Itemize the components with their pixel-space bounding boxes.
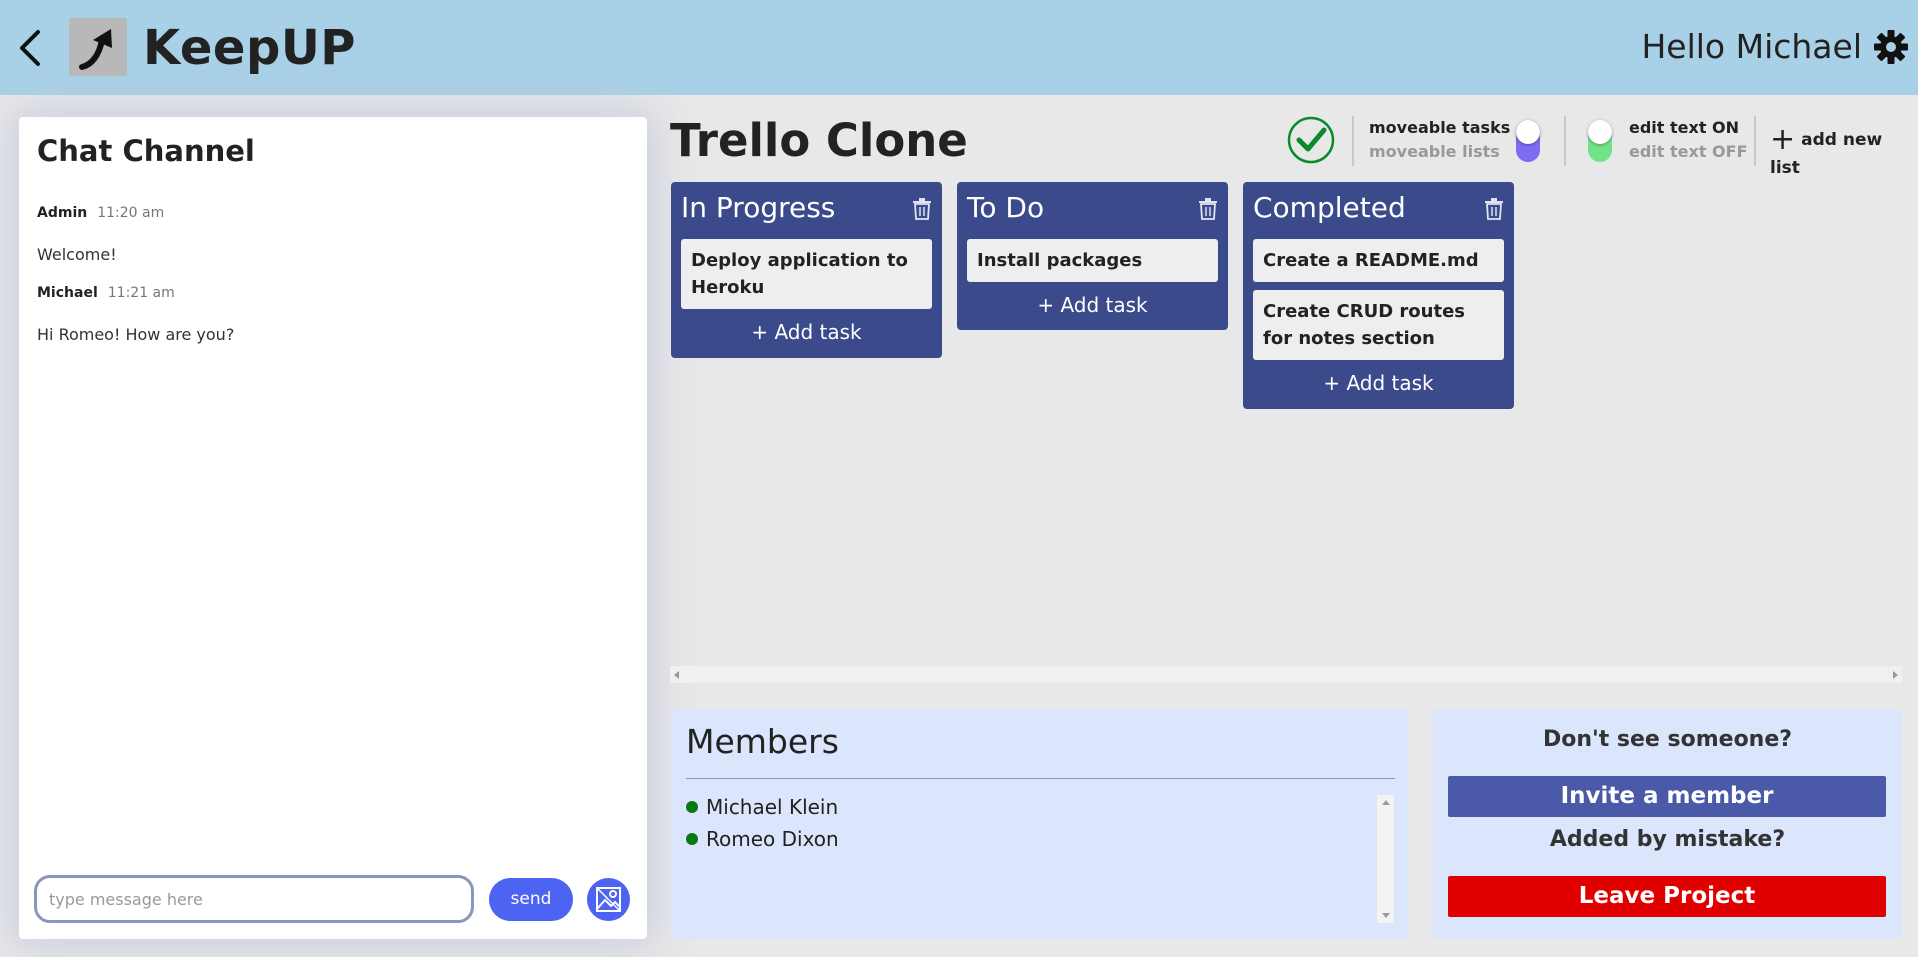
trash-icon[interactable] xyxy=(912,198,932,220)
invite-question: Don't see someone? xyxy=(1542,727,1793,752)
list-title: In Progress xyxy=(681,191,836,224)
online-status-dot xyxy=(686,832,698,845)
toggle-off-label: edit text OFF xyxy=(1629,142,1748,161)
app-header: KeepUP Hello Michael xyxy=(0,0,1918,95)
trash-icon[interactable] xyxy=(1198,198,1218,220)
invite-panel: Don't see someone? Invite a member Added… xyxy=(1433,710,1902,938)
task-card[interactable]: Create CRUD routes for notes section xyxy=(1253,290,1504,360)
leave-project-button[interactable]: Leave Project xyxy=(1448,876,1886,917)
message-author: Michael xyxy=(37,285,98,301)
move-mode-toggle[interactable] xyxy=(1516,120,1540,162)
logo[interactable] xyxy=(69,18,127,76)
member-name: Michael Klein xyxy=(706,795,839,819)
board-title: Trello Clone xyxy=(670,114,968,167)
chat-panel: Chat Channel Admin 11:20 am Welcome! Mich… xyxy=(19,117,647,939)
scroll-down-icon[interactable] xyxy=(1382,913,1390,918)
message-time: 11:20 am xyxy=(97,205,165,221)
divider xyxy=(686,778,1395,779)
chat-title: Chat Channel xyxy=(37,134,255,168)
plus-icon: + xyxy=(1770,122,1796,157)
invite-member-button[interactable]: Invite a member xyxy=(1448,776,1886,817)
user-greeting: Hello Michael xyxy=(1641,27,1862,66)
add-task-button[interactable]: + Add task xyxy=(1243,369,1514,397)
toggle-off-label: moveable lists xyxy=(1369,142,1500,161)
list-title: To Do xyxy=(967,191,1045,224)
back-chevron-icon[interactable] xyxy=(14,26,50,70)
add-new-list-button[interactable]: + add new list xyxy=(1770,125,1918,182)
task-card[interactable]: Deploy application to Heroku xyxy=(681,239,932,309)
task-card[interactable]: Install packages xyxy=(967,239,1218,282)
toggle-knob xyxy=(1588,120,1612,144)
scroll-right-icon[interactable] xyxy=(1893,671,1898,679)
image-map-icon xyxy=(596,887,621,912)
list-to-do[interactable]: To Do Install packages + Add task xyxy=(957,182,1228,330)
toggle-knob xyxy=(1516,120,1540,144)
toggle-on-label: moveable tasks xyxy=(1369,118,1511,137)
divider xyxy=(1564,116,1566,166)
trash-icon[interactable] xyxy=(1484,198,1504,220)
online-status-dot xyxy=(686,800,698,813)
message-meta: Michael 11:21 am xyxy=(37,285,175,301)
divider xyxy=(1352,116,1354,166)
member-item: Romeo Dixon xyxy=(686,826,839,852)
edit-text-toggle[interactable] xyxy=(1588,120,1612,162)
scroll-left-icon[interactable] xyxy=(674,671,679,679)
toggle-label-move: moveable tasks moveable lists xyxy=(1369,116,1510,164)
leave-question: Added by mistake? xyxy=(1549,827,1786,852)
members-panel: Members Michael Klein Romeo Dixon xyxy=(671,710,1409,938)
add-task-button[interactable]: + Add task xyxy=(671,318,942,346)
member-name: Romeo Dixon xyxy=(706,827,839,851)
message-author: Admin xyxy=(37,205,88,221)
send-button[interactable]: send xyxy=(489,878,573,921)
message-text: Hi Romeo! How are you? xyxy=(37,325,235,344)
toggle-on-label: edit text ON xyxy=(1629,118,1740,137)
scroll-up-icon[interactable] xyxy=(1382,800,1390,805)
image-upload-button[interactable] xyxy=(587,878,630,921)
arrow-up-logo-icon xyxy=(79,29,112,70)
divider xyxy=(1754,116,1756,166)
list-completed[interactable]: Completed Create a README.md Create CRUD… xyxy=(1243,182,1514,409)
message-input[interactable] xyxy=(34,875,474,923)
task-card[interactable]: Create a README.md xyxy=(1253,239,1504,282)
app-title: KeepUP xyxy=(143,20,356,76)
member-item: Michael Klein xyxy=(686,794,838,820)
message-meta: Admin 11:20 am xyxy=(37,205,164,221)
gear-icon[interactable] xyxy=(1874,30,1908,64)
checkmark-icon[interactable] xyxy=(1287,116,1335,164)
message-text: Welcome! xyxy=(37,245,117,264)
board-horizontal-scrollbar[interactable] xyxy=(670,666,1902,683)
add-task-button[interactable]: + Add task xyxy=(957,291,1228,319)
message-time: 11:21 am xyxy=(107,285,175,301)
toggle-label-edit: edit text ON edit text OFF xyxy=(1629,116,1748,164)
members-vertical-scrollbar[interactable] xyxy=(1377,795,1394,923)
list-in-progress[interactable]: In Progress Deploy application to Heroku… xyxy=(671,182,942,358)
list-title: Completed xyxy=(1253,191,1406,224)
members-title: Members xyxy=(686,722,839,761)
